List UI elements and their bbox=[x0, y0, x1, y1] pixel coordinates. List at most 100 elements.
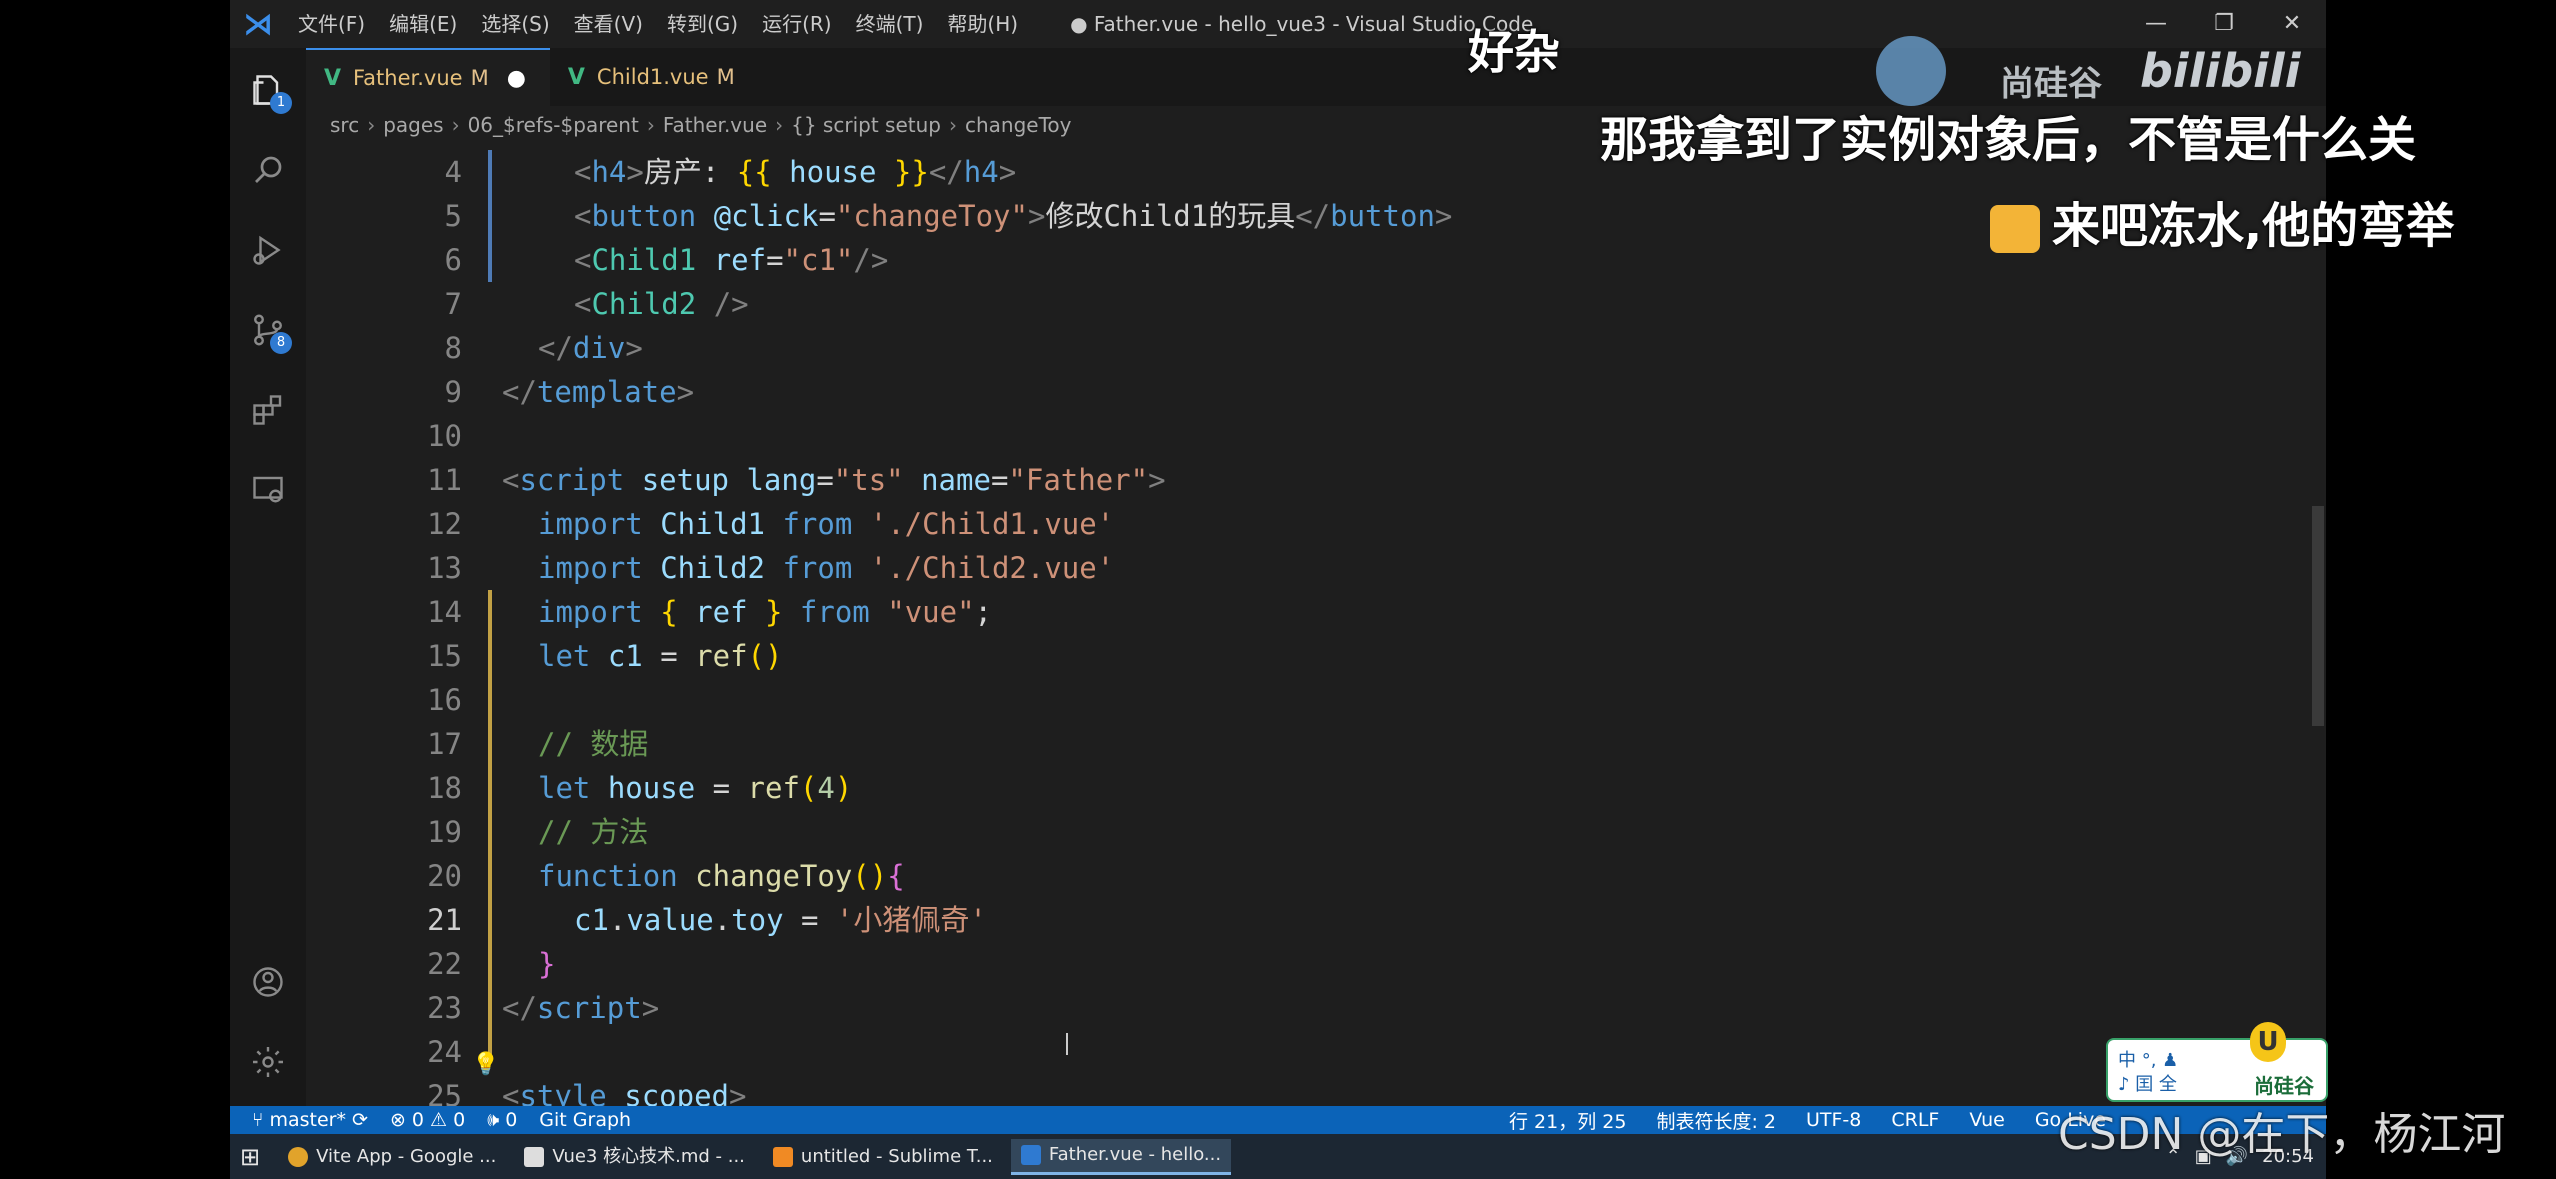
code-line[interactable]: 8 </div> bbox=[306, 326, 2306, 370]
taskbar-item-chrome[interactable]: Vite App - Google ... bbox=[278, 1139, 506, 1175]
code-line[interactable]: 24 bbox=[306, 1030, 2306, 1074]
code-line[interactable]: 22} bbox=[306, 942, 2306, 986]
indentation-status[interactable]: 制表符长度: 2 bbox=[1656, 1107, 1776, 1134]
code-token: ; bbox=[974, 595, 993, 629]
tab-child1-vue[interactable]: V Child1.vue M bbox=[550, 48, 759, 106]
code-text: </script> bbox=[502, 986, 659, 1030]
code-line[interactable]: 16 bbox=[306, 678, 2306, 722]
remote-explorer-icon[interactable] bbox=[246, 468, 290, 512]
taskbar-item-vscode[interactable]: Father.vue - hello... bbox=[1010, 1138, 1232, 1175]
code-text: c1.value.toy = '小猪佩奇' bbox=[574, 898, 987, 942]
vue-file-icon: V bbox=[567, 64, 585, 90]
search-icon[interactable] bbox=[246, 148, 290, 192]
line-number: 22 bbox=[427, 947, 462, 981]
extensions-icon[interactable] bbox=[246, 388, 290, 432]
menu-item[interactable]: 选择(S) bbox=[469, 0, 561, 48]
menu-item[interactable]: 文件(F) bbox=[286, 0, 377, 48]
vscode-logo-icon: ⋊ bbox=[243, 6, 273, 42]
taskbar-item-typora[interactable]: Vue3 核心技术.md - ... bbox=[514, 1139, 755, 1175]
menu-item[interactable]: 查看(V) bbox=[562, 0, 655, 48]
code-token: Child1 bbox=[642, 507, 783, 541]
scrollbar-thumb[interactable] bbox=[2312, 506, 2324, 726]
breadcrumb-item[interactable]: changeToy bbox=[965, 113, 1072, 137]
code-line[interactable]: 19 // 方法 bbox=[306, 810, 2306, 854]
breadcrumb-item[interactable]: {} script setup bbox=[791, 113, 941, 137]
code-token: button bbox=[1330, 199, 1435, 233]
code-line[interactable]: 7 <Child2 /> bbox=[306, 282, 2306, 326]
code-line[interactable]: 21 c1.value.toy = '小猪佩奇' bbox=[306, 898, 2306, 942]
code-line[interactable]: 18 let house = ref(4) bbox=[306, 766, 2306, 810]
window-title: ● Father.vue - hello_vue3 - Visual Studi… bbox=[1070, 12, 1534, 36]
code-token: }} bbox=[893, 155, 929, 189]
source-control-icon[interactable]: 8 bbox=[246, 308, 292, 354]
ports-status[interactable]: 🕪 0 bbox=[487, 1109, 517, 1131]
code-token: from bbox=[782, 507, 853, 541]
breadcrumb-item[interactable]: 06_$refs-$parent bbox=[468, 113, 639, 137]
breadcrumb-item[interactable]: Father.vue bbox=[663, 113, 767, 137]
account-icon[interactable] bbox=[246, 960, 290, 1004]
branch-status[interactable]: ⑂ master* ⟳ bbox=[252, 1109, 368, 1131]
cursor-position-status[interactable]: 行 21，列 25 bbox=[1509, 1107, 1626, 1134]
code-editor[interactable]: 💡 4 <h4>房产: {{ house }}</h4> 5 <button @cli… bbox=[306, 150, 2306, 1118]
close-icon[interactable]: ✕ bbox=[2258, 0, 2326, 48]
code-token: { bbox=[887, 859, 905, 893]
code-token: function bbox=[538, 859, 678, 893]
breadcrumb-item[interactable]: src bbox=[330, 113, 359, 137]
code-line[interactable]: 15 let c1 = ref() bbox=[306, 634, 2306, 678]
menu-item[interactable]: 运行(R) bbox=[750, 0, 844, 48]
code-token: 修改Child1的玩具 bbox=[1045, 199, 1296, 233]
unsaved-dot-icon[interactable]: ● bbox=[507, 66, 526, 91]
code-token: c1 bbox=[574, 903, 609, 937]
line-number: 11 bbox=[427, 463, 462, 497]
code-token: Child1 bbox=[591, 243, 697, 277]
code-line[interactable]: 12 import Child1 from './Child1.vue' bbox=[306, 502, 2306, 546]
editor-scrollbar[interactable] bbox=[2310, 106, 2326, 1118]
source-control-badge: 8 bbox=[270, 332, 292, 354]
code-token: name bbox=[903, 463, 991, 497]
code-token: < bbox=[502, 463, 520, 497]
menu-item[interactable]: 帮助(H) bbox=[935, 0, 1030, 48]
code-line[interactable]: 13 import Child2 from './Child2.vue' bbox=[306, 546, 2306, 590]
windows-start-icon[interactable]: ⊞ bbox=[230, 1139, 270, 1175]
minimize-icon[interactable]: — bbox=[2122, 0, 2190, 48]
code-line[interactable]: 11 <script setup lang="ts" name="Father"> bbox=[306, 458, 2306, 502]
line-number: 10 bbox=[427, 419, 462, 453]
eol-status[interactable]: CRLF bbox=[1891, 1109, 1939, 1131]
code-line[interactable]: 10 bbox=[306, 414, 2306, 458]
git-graph-status[interactable]: Git Graph bbox=[539, 1109, 631, 1131]
menu-item[interactable]: 终端(T) bbox=[844, 0, 936, 48]
code-token: setup bbox=[624, 463, 729, 497]
code-line[interactable]: 14 import { ref } from "vue"; bbox=[306, 590, 2306, 634]
activity-bar: 1 8 bbox=[230, 48, 306, 1118]
code-token: c1 bbox=[590, 639, 661, 673]
problems-status[interactable]: ⊗ 0 ⚠ 0 bbox=[390, 1109, 465, 1131]
line-number: 6 bbox=[444, 243, 462, 277]
menu-item[interactable]: 转到(G) bbox=[655, 0, 750, 48]
settings-gear-icon[interactable] bbox=[246, 1040, 290, 1084]
code-line[interactable]: 9 </template> bbox=[306, 370, 2306, 414]
line-number: 16 bbox=[427, 683, 462, 717]
code-token: import bbox=[538, 507, 643, 541]
encoding-status[interactable]: UTF-8 bbox=[1806, 1109, 1861, 1131]
code-token: house bbox=[771, 155, 894, 189]
code-token: // 数据 bbox=[538, 727, 649, 761]
code-line[interactable]: 20 function changeToy(){ bbox=[306, 854, 2306, 898]
language-status[interactable]: Vue bbox=[1969, 1109, 2004, 1131]
taskbar-item-sublime[interactable]: untitled - Sublime T... bbox=[763, 1139, 1003, 1175]
tab-father-vue[interactable]: V Father.vue M ● bbox=[306, 48, 550, 106]
code-text: </div> bbox=[538, 326, 643, 370]
chrome-icon bbox=[288, 1146, 309, 1167]
restore-icon[interactable]: ❐ bbox=[2190, 0, 2258, 48]
breadcrumb: src › pages › 06_$refs-$parent › Father.vue › {}… bbox=[330, 110, 1071, 140]
code-line[interactable]: 23 </script> bbox=[306, 986, 2306, 1030]
explorer-icon[interactable]: 1 bbox=[246, 68, 292, 114]
menu-item[interactable]: 编辑(E) bbox=[377, 0, 469, 48]
code-token: 4 bbox=[817, 771, 835, 805]
document-icon bbox=[524, 1146, 545, 1167]
code-text: </template> bbox=[502, 370, 694, 414]
code-token: } bbox=[765, 595, 783, 629]
breadcrumb-item[interactable]: pages bbox=[383, 113, 443, 137]
tab-modified-status: M bbox=[716, 65, 735, 89]
code-line[interactable]: 17 // 数据 bbox=[306, 722, 2306, 766]
run-debug-icon[interactable] bbox=[246, 228, 290, 272]
